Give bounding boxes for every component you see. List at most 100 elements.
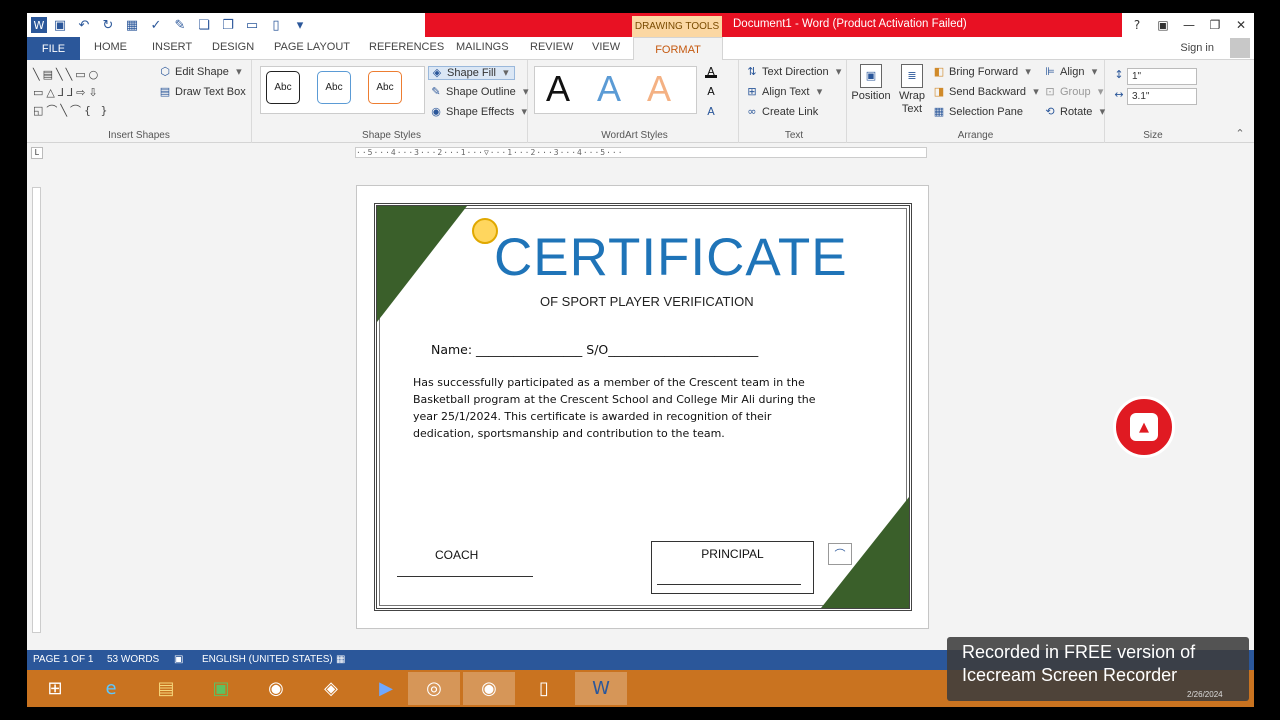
align-text-button[interactable]: ⊞ Align Text ▾: [746, 86, 826, 99]
paste-icon[interactable]: ❐: [217, 15, 239, 35]
certificate-body[interactable]: Has successfully participated as a membe…: [413, 374, 833, 442]
text-outline-button[interactable]: A: [705, 86, 717, 98]
group-insert-shapes: ╲▤╲╲▭○ ▭△⅃⅃⇨⇩ ◱⌒╲⌒{ } ⬡ Edit Shape ▾ ▤ Draw T…: [27, 60, 252, 143]
text-direction-button[interactable]: ⇅ Text Direction ▾: [746, 66, 845, 79]
principal-text-box[interactable]: PRINCIPAL: [651, 541, 814, 594]
bring-forward-button[interactable]: ◧ Bring Forward ▾: [933, 66, 1034, 79]
send-backward-button[interactable]: ◨ Send Backward ▾: [933, 86, 1042, 99]
save-icon[interactable]: ▣: [49, 15, 71, 35]
tab-home[interactable]: HOME: [94, 41, 127, 53]
restore-button[interactable]: ❐: [1202, 13, 1228, 37]
avatar[interactable]: [1230, 38, 1250, 58]
shape-fill-button[interactable]: ◈ Shape Fill ▾: [428, 66, 515, 80]
new-document-icon[interactable]: ▯: [265, 15, 287, 35]
width-icon: ↔: [1114, 88, 1124, 101]
wrap-text-button[interactable]: ≣ Wrap Text: [895, 64, 929, 116]
copy-icon[interactable]: ❏: [193, 15, 215, 35]
wordart-style-3[interactable]: A: [647, 68, 671, 110]
blank-document-icon[interactable]: ▯: [518, 672, 570, 705]
wordart-style-2[interactable]: A: [597, 68, 621, 110]
rotate-button[interactable]: ⟲ Rotate ▾: [1044, 106, 1108, 119]
collapse-ribbon-icon[interactable]: ⌃: [1234, 128, 1246, 140]
shape-effects-button[interactable]: ◉ Shape Effects ▾: [430, 106, 530, 119]
selection-pane-button[interactable]: ▦ Selection Pane: [933, 105, 1023, 119]
windows-start-icon[interactable]: ⊞: [29, 672, 81, 705]
shape-style-1[interactable]: Abc: [266, 71, 300, 104]
close-button[interactable]: ✕: [1228, 13, 1254, 37]
tab-insert[interactable]: INSERT: [152, 41, 192, 53]
horizontal-ruler[interactable]: ··5···4···3···2···1···▽···1···2···3···4·…: [355, 147, 927, 158]
recorder-stop-button[interactable]: ▲: [1113, 396, 1175, 458]
layout-options-icon[interactable]: ⌒: [828, 543, 852, 565]
ribbon-display-button[interactable]: ▣: [1150, 13, 1176, 37]
group-button[interactable]: ⊡ Group ▾: [1044, 86, 1107, 99]
position-button[interactable]: ▣ Position: [851, 64, 891, 102]
page-count[interactable]: PAGE 1 OF 1: [33, 654, 93, 665]
selection-pane-icon: ▦: [933, 105, 945, 118]
corner-triangle-top-left[interactable]: [377, 206, 467, 322]
video-call-icon[interactable]: ▶: [360, 672, 412, 705]
document-page[interactable]: CERTIFICATE OF SPORT PLAYER VERIFICATION…: [356, 185, 929, 629]
shape-outline-label: Shape Outline: [446, 86, 516, 98]
shape-style-2[interactable]: Abc: [317, 71, 351, 104]
coach-label[interactable]: COACH: [435, 548, 478, 562]
table-icon[interactable]: ▦: [121, 15, 143, 35]
text-effects-button[interactable]: A: [705, 106, 717, 118]
edit-shape-button[interactable]: ⬡ Edit Shape ▾: [159, 66, 245, 79]
tab-file[interactable]: FILE: [27, 37, 80, 60]
minimize-button[interactable]: —: [1176, 13, 1202, 37]
tab-view[interactable]: VIEW: [592, 41, 620, 53]
text-fill-button[interactable]: A: [705, 66, 717, 78]
align-button[interactable]: ⊫ Align ▾: [1044, 66, 1100, 79]
draw-text-box-button[interactable]: ▤ Draw Text Box: [159, 85, 246, 99]
create-link-button[interactable]: ∞ Create Link: [746, 106, 818, 119]
undo-icon[interactable]: ↶: [73, 15, 95, 35]
bring-forward-label: Bring Forward: [949, 66, 1019, 78]
quick-access-toolbar: W ▣ ↶ ↻ ▦ ✓ ✎ ❏ ❐ ▭ ▯ ▾: [31, 15, 311, 35]
shapes-gallery[interactable]: ╲▤╲╲▭○ ▭△⅃⅃⇨⇩ ◱⌒╲⌒{ }: [33, 66, 143, 120]
store-icon[interactable]: ▣: [195, 672, 247, 705]
screenshot-app-icon[interactable]: ◉: [463, 672, 515, 705]
certificate-subtitle[interactable]: OF SPORT PLAYER VERIFICATION: [540, 294, 754, 309]
chevron-down-icon: ▾: [503, 66, 509, 79]
file-explorer-icon[interactable]: ▤: [140, 672, 192, 705]
shape-width-input[interactable]: 3.1": [1127, 88, 1197, 105]
title-bar: W ▣ ↶ ↻ ▦ ✓ ✎ ❏ ❐ ▭ ▯ ▾ DRAWING TOOLS Do…: [27, 13, 1254, 37]
tab-references[interactable]: REFERENCES: [369, 41, 444, 53]
format-painter-icon[interactable]: ✎: [169, 15, 191, 35]
redo-icon[interactable]: ↻: [97, 15, 119, 35]
help-button[interactable]: ?: [1124, 13, 1150, 37]
tray-date[interactable]: 2/26/2024: [1187, 690, 1223, 699]
wrap-text-icon: ≣: [901, 64, 923, 88]
macro-icon[interactable]: ▦: [336, 654, 345, 665]
tab-mailings[interactable]: MAILINGS: [456, 41, 509, 53]
tab-design[interactable]: DESIGN: [212, 41, 254, 53]
shape-fill-label: Shape Fill: [447, 67, 496, 79]
spelling-icon[interactable]: ✓: [145, 15, 167, 35]
group-label-arrange: Arrange: [957, 130, 994, 141]
shape-outline-button[interactable]: ✎ Shape Outline ▾: [430, 86, 532, 99]
text-box-icon: ▤: [159, 85, 171, 98]
sign-in-link[interactable]: Sign in: [1180, 42, 1214, 54]
open-folder-icon[interactable]: ▭: [241, 15, 263, 35]
image-viewer-icon[interactable]: ◈: [305, 672, 357, 705]
tab-review[interactable]: REVIEW: [530, 41, 573, 53]
tab-page-layout[interactable]: PAGE LAYOUT: [274, 41, 350, 53]
word-taskbar-icon[interactable]: W: [575, 672, 627, 705]
language-indicator[interactable]: ENGLISH (UNITED STATES): [202, 654, 333, 665]
shape-height-input[interactable]: 1": [1127, 68, 1197, 85]
internet-explorer-icon[interactable]: e: [85, 672, 137, 705]
name-line[interactable]: Name: _________________ S/O_____________…: [431, 342, 758, 357]
word-count[interactable]: 53 WORDS: [107, 654, 159, 665]
shape-style-3[interactable]: Abc: [368, 71, 402, 104]
recorder-app-icon[interactable]: ◎: [408, 672, 460, 705]
vertical-ruler[interactable]: [32, 187, 41, 633]
media-player-icon[interactable]: ◉: [250, 672, 302, 705]
tab-format[interactable]: FORMAT: [633, 37, 723, 61]
tab-stop-selector[interactable]: L: [31, 147, 43, 159]
wordart-style-1[interactable]: A: [546, 68, 570, 110]
principal-signature-line: [657, 584, 801, 585]
customize-toolbar-icon[interactable]: ▾: [289, 15, 311, 35]
certificate-title[interactable]: CERTIFICATE: [494, 227, 848, 288]
proofing-icon[interactable]: ▣: [174, 654, 183, 665]
